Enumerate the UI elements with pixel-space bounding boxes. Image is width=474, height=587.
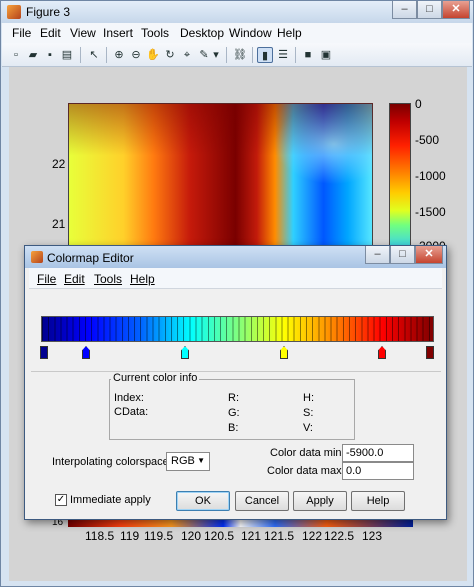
interpolating-colorspace-label: Interpolating colorspace: <box>52 456 172 468</box>
link-icon[interactable]: ⛓ <box>232 47 248 63</box>
color-marker-5[interactable] <box>426 346 434 359</box>
menu-window[interactable]: Window <box>229 26 272 40</box>
dialog-titlebar[interactable]: Colormap Editor – □ ✕ <box>25 246 446 268</box>
r-label: R: <box>228 392 239 404</box>
immediate-apply-checkbox[interactable]: ✓ <box>55 494 67 506</box>
x-tick: 121 <box>241 529 262 543</box>
color-marker-4[interactable] <box>378 346 386 359</box>
dialog-maximize-button[interactable]: □ <box>390 246 415 264</box>
colorbar[interactable] <box>389 103 411 253</box>
dialog-minimize-button[interactable]: – <box>365 246 390 264</box>
x-tick: 120 <box>181 529 202 543</box>
open-icon[interactable]: ▰ <box>25 47 41 63</box>
brush-dropdown-icon[interactable]: ▾ <box>212 47 220 63</box>
dialog-menu-edit[interactable]: Edit <box>64 272 85 286</box>
data-cursor-icon[interactable]: ⌖ <box>179 47 195 63</box>
x-tick: 121.5 <box>264 529 295 543</box>
print-icon[interactable]: ▤ <box>59 47 75 63</box>
save-icon[interactable]: ▪ <box>42 47 58 63</box>
figure-menubar: File Edit View Insert Tools Desktop Wind… <box>2 23 472 43</box>
y-tick-22: 22 <box>52 157 66 171</box>
help-button[interactable]: Help <box>351 491 405 511</box>
figure-title: Figure 3 <box>26 5 71 19</box>
x-tick: 120.5 <box>204 529 235 543</box>
new-figure-icon[interactable]: ▫ <box>8 47 24 63</box>
dialog-menubar: File Edit Tools Help <box>29 268 442 289</box>
zoom-out-icon[interactable]: ⊖ <box>128 47 144 63</box>
index-label: Index: <box>114 392 144 404</box>
y-tick-21: 21 <box>52 217 66 231</box>
zoom-in-icon[interactable]: ⊕ <box>111 47 127 63</box>
menu-desktop[interactable]: Desktop <box>180 26 224 40</box>
menu-insert[interactable]: Insert <box>103 26 133 40</box>
pointer-icon[interactable]: ↖ <box>86 47 102 63</box>
legend-icon[interactable]: ☰ <box>275 47 291 63</box>
maximize-button[interactable]: □ <box>417 1 442 19</box>
color-marker-3[interactable] <box>280 346 288 359</box>
dialog-close-button[interactable]: ✕ <box>415 246 443 264</box>
figure-toolbar: ▫ ▰ ▪ ▤ ↖ ⊕ ⊖ ✋ ↻ ⌖ ✎ ▾ ⛓ ▮ ☰ ■ ▣ <box>2 43 472 67</box>
colorspace-value: RGB <box>171 455 195 467</box>
color-data-max-label: Color data max: <box>267 465 345 477</box>
colorbar-tick-1500: -1500 <box>415 205 446 219</box>
x-tick: 119.5 <box>144 529 174 543</box>
show-plot-tools-icon[interactable]: ▣ <box>318 47 334 63</box>
x-tick: 119 <box>120 529 140 543</box>
dialog-menu-tools[interactable]: Tools <box>94 272 122 286</box>
dialog-title: Colormap Editor <box>47 251 134 265</box>
x-tick: 123 <box>362 529 383 543</box>
dialog-menu-help[interactable]: Help <box>130 272 155 286</box>
current-color-info-legend: Current color info <box>111 372 200 384</box>
cancel-button[interactable]: Cancel <box>235 491 289 511</box>
matlab-icon <box>31 251 43 263</box>
cdata-label: CData: <box>114 406 149 418</box>
pan-icon[interactable]: ✋ <box>145 47 161 63</box>
v-label: V: <box>303 422 313 434</box>
immediate-apply-label: Immediate apply <box>70 494 151 506</box>
x-tick: 122.5 <box>324 529 355 543</box>
ok-button[interactable]: OK <box>176 491 230 511</box>
s-label: S: <box>303 407 314 419</box>
matlab-icon <box>7 5 21 19</box>
colorbar-tick-500: -500 <box>415 133 440 147</box>
color-data-min-field[interactable] <box>342 444 414 462</box>
menu-view[interactable]: View <box>70 26 96 40</box>
colormap-panel <box>31 292 441 372</box>
chevron-down-icon: ▼ <box>197 456 205 465</box>
dialog-menu-file[interactable]: File <box>37 272 56 286</box>
menu-file[interactable]: File <box>12 26 31 40</box>
color-data-max-field[interactable] <box>342 462 414 480</box>
minimize-button[interactable]: – <box>392 1 417 19</box>
menu-tools[interactable]: Tools <box>141 26 169 40</box>
colormap-editor-dialog: Colormap Editor – □ ✕ File Edit Tools He… <box>24 245 447 520</box>
rotate-icon[interactable]: ↻ <box>162 47 178 63</box>
menu-help[interactable]: Help <box>277 26 302 40</box>
color-marker-1[interactable] <box>82 346 90 359</box>
colorbar-tick-0: 0 <box>415 97 422 111</box>
color-marker-2[interactable] <box>181 346 189 359</box>
colorbar-icon[interactable]: ▮ <box>257 47 273 63</box>
colormap-strip[interactable] <box>41 316 434 342</box>
b-label: B: <box>228 422 239 434</box>
brush-icon[interactable]: ✎ <box>196 47 212 63</box>
color-marker-0[interactable] <box>40 346 48 359</box>
colorbar-tick-1000: -1000 <box>415 169 446 183</box>
menu-edit[interactable]: Edit <box>40 26 61 40</box>
close-button[interactable]: ✕ <box>442 1 470 19</box>
heatmap-shading <box>68 103 373 253</box>
color-data-min-label: Color data min: <box>270 447 345 459</box>
interpolating-colorspace-select[interactable]: RGB ▼ <box>166 452 210 471</box>
h-label: H: <box>303 392 314 404</box>
x-tick: 118.5 <box>85 529 115 543</box>
g-label: G: <box>228 407 240 419</box>
figure-titlebar: Figure 3 – □ ✕ <box>1 1 473 23</box>
x-tick: 122 <box>302 529 323 543</box>
apply-button[interactable]: Apply <box>293 491 347 511</box>
hide-plot-tools-icon[interactable]: ■ <box>300 47 316 63</box>
